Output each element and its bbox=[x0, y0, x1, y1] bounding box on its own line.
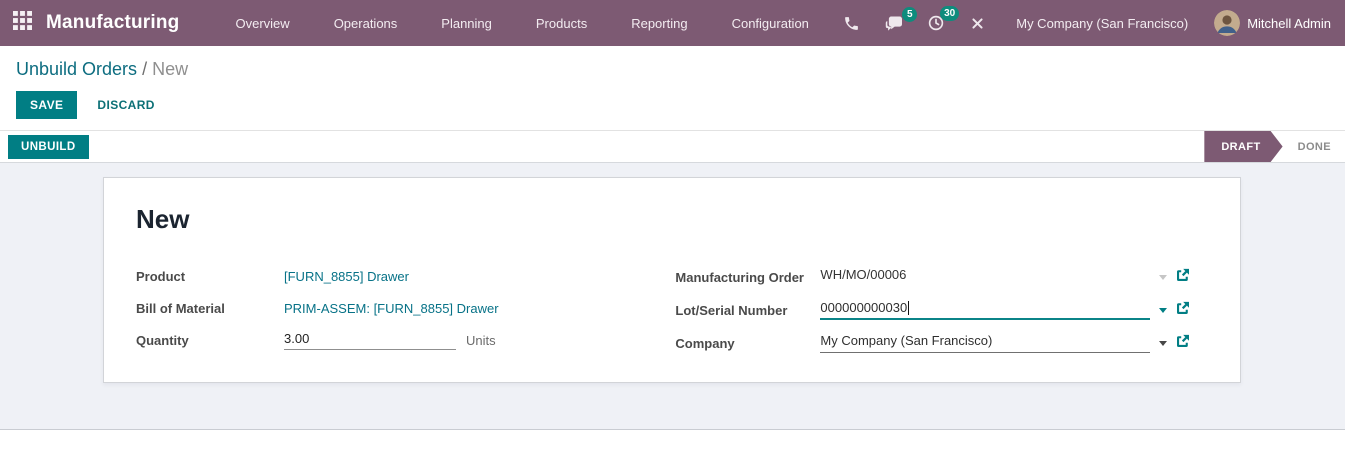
state-draft[interactable]: DRAFT bbox=[1204, 131, 1282, 162]
breadcrumb: Unbuild Orders / New bbox=[16, 59, 1329, 80]
discard-button[interactable]: DISCARD bbox=[91, 92, 160, 118]
phone-icon bbox=[843, 15, 860, 32]
state-done[interactable]: DONE bbox=[1283, 131, 1345, 162]
quantity-uom: Units bbox=[466, 333, 496, 348]
apps-menu-button[interactable] bbox=[0, 0, 44, 46]
navbar-systray: 5 30 My Company (San Francisco) Mitchell… bbox=[831, 6, 1331, 36]
mo-value-cell: WH/MO/00006 bbox=[820, 267, 1190, 287]
tools-button[interactable] bbox=[957, 15, 998, 32]
field-product: Product [FURN_8855] Drawer bbox=[136, 267, 621, 286]
company-caret-down-icon[interactable] bbox=[1159, 340, 1167, 346]
messages-button[interactable]: 5 bbox=[872, 6, 918, 32]
activities-button[interactable]: 30 bbox=[915, 6, 960, 32]
form-sheet: New Product [FURN_8855] Drawer Bill of M… bbox=[103, 177, 1241, 383]
form-column-right: Manufacturing Order WH/MO/00006 Lot/Seri… bbox=[675, 267, 1190, 366]
breadcrumb-current: New bbox=[152, 59, 189, 79]
quantity-label: Quantity bbox=[136, 333, 189, 348]
menu-products[interactable]: Products bbox=[514, 0, 609, 46]
record-title: New bbox=[136, 204, 190, 234]
form-column-left: Product [FURN_8855] Drawer Bill of Mater… bbox=[136, 267, 621, 366]
field-bill-of-material: Bill of Material PRIM-ASSEM: [FURN_8855]… bbox=[136, 299, 621, 318]
menu-configuration[interactable]: Configuration bbox=[710, 0, 831, 46]
user-menu[interactable]: Mitchell Admin bbox=[1214, 10, 1331, 36]
external-link-icon bbox=[1176, 334, 1190, 353]
main-menu: Overview Operations Planning Products Re… bbox=[214, 0, 831, 46]
menu-planning[interactable]: Planning bbox=[419, 0, 514, 46]
company-input[interactable]: My Company (San Francisco) bbox=[820, 333, 1150, 353]
breadcrumb-separator: / bbox=[137, 59, 153, 79]
field-lot-serial: Lot/Serial Number 000000000030 bbox=[675, 300, 1190, 320]
lot-caret-down-icon[interactable] bbox=[1159, 307, 1167, 313]
apps-grid-icon bbox=[12, 11, 32, 35]
company-value-cell: My Company (San Francisco) bbox=[820, 333, 1190, 353]
lot-input-text: 000000000030 bbox=[820, 300, 908, 315]
top-navbar: Manufacturing Overview Operations Planni… bbox=[0, 0, 1345, 46]
mo-label: Manufacturing Order bbox=[675, 269, 804, 285]
form-action-buttons: SAVE DISCARD bbox=[0, 85, 1345, 130]
form-fields: Product [FURN_8855] Drawer Bill of Mater… bbox=[136, 267, 1190, 366]
company-switcher[interactable]: My Company (San Francisco) bbox=[1016, 16, 1188, 31]
crossed-tools-icon bbox=[969, 15, 986, 32]
field-quantity: Quantity 3.00 Units bbox=[136, 331, 621, 350]
save-button[interactable]: SAVE bbox=[16, 91, 78, 119]
app-title[interactable]: Manufacturing bbox=[46, 12, 180, 34]
unbuild-button[interactable]: UNBUILD bbox=[8, 134, 89, 159]
field-company: Company My Company (San Francisco) bbox=[675, 333, 1190, 353]
lot-value-cell: 000000000030 bbox=[820, 300, 1190, 320]
chat-bubble-icon bbox=[884, 15, 903, 32]
mo-external-link-button[interactable] bbox=[1176, 268, 1190, 287]
control-panel: Unbuild Orders / New bbox=[0, 46, 1345, 85]
mo-caret-down-icon[interactable] bbox=[1159, 274, 1167, 280]
company-label: Company bbox=[675, 335, 735, 351]
bom-value-link[interactable]: PRIM-ASSEM: [FURN_8855] Drawer bbox=[284, 301, 499, 316]
statusbar: UNBUILD DRAFT DONE bbox=[0, 130, 1345, 163]
avatar bbox=[1214, 10, 1241, 36]
product-value-link[interactable]: [FURN_8855] Drawer bbox=[284, 269, 409, 284]
product-label: Product bbox=[136, 269, 186, 284]
breadcrumb-parent-link[interactable]: Unbuild Orders bbox=[16, 59, 137, 79]
lot-input[interactable]: 000000000030 bbox=[820, 300, 1150, 320]
mo-input[interactable]: WH/MO/00006 bbox=[820, 267, 1150, 287]
quantity-input[interactable]: 3.00 bbox=[284, 331, 456, 350]
external-link-icon bbox=[1176, 301, 1190, 320]
user-name: Mitchell Admin bbox=[1247, 15, 1331, 31]
menu-operations[interactable]: Operations bbox=[312, 0, 420, 46]
state-widget: DRAFT DONE bbox=[1204, 131, 1345, 162]
lot-label: Lot/Serial Number bbox=[675, 302, 788, 318]
form-view-background: New Product [FURN_8855] Drawer Bill of M… bbox=[0, 163, 1345, 430]
field-manufacturing-order: Manufacturing Order WH/MO/00006 bbox=[675, 267, 1190, 287]
text-cursor bbox=[908, 301, 910, 315]
lot-external-link-button[interactable] bbox=[1176, 301, 1190, 320]
menu-overview[interactable]: Overview bbox=[214, 0, 312, 46]
external-link-icon bbox=[1176, 268, 1190, 287]
company-external-link-button[interactable] bbox=[1176, 334, 1190, 353]
voip-phone-button[interactable] bbox=[831, 15, 872, 32]
bom-label: Bill of Material bbox=[136, 301, 225, 316]
menu-reporting[interactable]: Reporting bbox=[609, 0, 709, 46]
